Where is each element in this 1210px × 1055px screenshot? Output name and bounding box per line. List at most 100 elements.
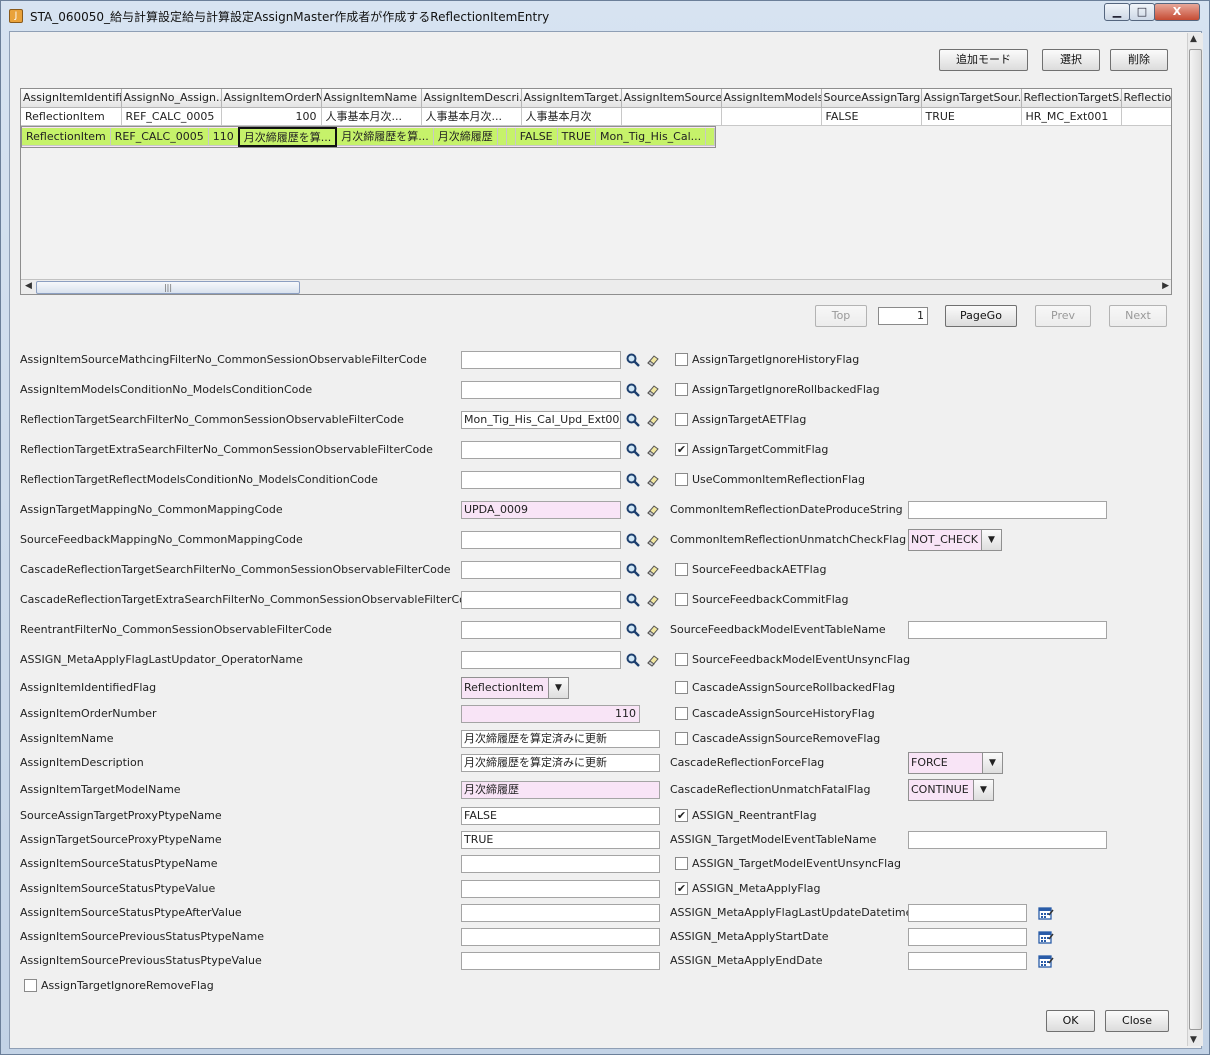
assign-reentrant-flag-checkbox[interactable]: ✔ [675, 809, 688, 822]
eraser-icon[interactable] [646, 593, 660, 607]
eraser-icon[interactable] [646, 473, 660, 487]
assign-item-source-status-ptype-name-input[interactable] [461, 855, 660, 873]
assign-item-models-condition-no-models-condition-code-input[interactable] [461, 381, 621, 399]
assign-target-mapping-no-common-mapping-code-input[interactable]: UPDA_0009 [461, 501, 621, 519]
search-icon[interactable] [626, 563, 640, 577]
scroll-up-icon[interactable]: ▲ [1190, 34, 1197, 44]
column-header[interactable]: AssignTargetSour... [921, 89, 1022, 108]
search-icon[interactable] [626, 413, 640, 427]
search-icon[interactable] [626, 533, 640, 547]
assign-item-source-status-ptype-value-input[interactable] [461, 880, 660, 898]
horizontal-scroll-thumb[interactable]: ||| [36, 281, 300, 294]
search-icon[interactable] [626, 353, 640, 367]
column-header[interactable]: AssignItemIdentifi... [21, 89, 122, 108]
table-cell[interactable]: 月次締履歴を算... [336, 127, 434, 146]
source-feedback-model-event-unsync-flag-checkbox[interactable] [675, 653, 688, 666]
cascade-reflection-target-extra-search-filter-no-common-session-observable-filter-code-input[interactable] [461, 591, 621, 609]
add-mode-button[interactable]: 追加モード [939, 49, 1028, 71]
scroll-down-icon[interactable]: ▼ [1190, 1035, 1197, 1045]
common-item-reflection-unmatch-check-flag-select[interactable]: NOT_CHECK ▼ [908, 529, 1002, 551]
table-cell[interactable]: FALSE [515, 127, 558, 146]
page-number-input[interactable]: 1 [878, 307, 928, 325]
table-cell[interactable]: Mon_Tig_His_Cal... [595, 127, 707, 146]
table-cell[interactable]: 人事基本月次... [421, 107, 522, 126]
table-cell[interactable] [621, 107, 722, 126]
assign-target-model-event-unsync-flag-checkbox[interactable] [675, 857, 688, 870]
table-cell[interactable] [497, 127, 507, 146]
table-cell[interactable]: 月次締履歴を算... [237, 126, 338, 147]
table-cell[interactable]: REF_CALC_0005 [121, 107, 222, 126]
cascade-assign-source-remove-flag-checkbox[interactable] [675, 732, 688, 745]
eraser-icon[interactable] [646, 383, 660, 397]
search-icon[interactable] [626, 653, 640, 667]
chevron-down-icon[interactable]: ▼ [973, 780, 993, 800]
assign-item-source-previous-status-ptype-value-input[interactable] [461, 952, 660, 970]
chevron-down-icon[interactable]: ▼ [982, 753, 1002, 773]
calendar-icon[interactable] [1038, 954, 1054, 968]
assign-target-source-proxy-ptype-name-input[interactable]: TRUE [461, 831, 660, 849]
assign-item-order-number-input[interactable]: 110 [461, 705, 640, 723]
assign-item-source-previous-status-ptype-name-input[interactable] [461, 928, 660, 946]
close-window-button[interactable]: X [1154, 3, 1200, 21]
delete-button[interactable]: 削除 [1110, 49, 1168, 71]
title-bar[interactable]: J STA_060050_給与計算設定給与計算設定AssignMaster作成者… [1, 1, 1209, 31]
eraser-icon[interactable] [646, 503, 660, 517]
column-header[interactable]: AssignItemDescri... [421, 89, 522, 108]
table-cell[interactable]: 人事基本月次 [521, 107, 622, 126]
assign-meta-apply-flag-last-update-datetime-input[interactable] [908, 904, 1027, 922]
assign-meta-apply-flag-last-updator-operator-name-input[interactable] [461, 651, 621, 669]
page-go-button[interactable]: PageGo [945, 305, 1017, 327]
table-cell[interactable]: 110 [208, 127, 240, 146]
column-header[interactable]: AssignNo_Assign... [121, 89, 222, 108]
chevron-down-icon[interactable]: ▼ [548, 678, 568, 698]
assign-item-description-input[interactable]: 月次締履歴を算定済みに更新 [461, 754, 660, 772]
search-icon[interactable] [626, 383, 640, 397]
source-feedback-commit-flag-checkbox[interactable] [675, 593, 688, 606]
table-cell[interactable]: 100 [221, 107, 322, 126]
column-header[interactable]: AssignItemName [321, 89, 422, 108]
column-header[interactable]: ReflectionTargetS... [1021, 89, 1122, 108]
vertical-scrollbar[interactable]: ▲ ▼ [1187, 33, 1203, 1046]
minimize-button[interactable]: ▁ [1104, 3, 1130, 21]
assign-item-source-mathcing-filter-no-common-session-observable-filter-code-input[interactable] [461, 351, 621, 369]
assign-meta-apply-flag-checkbox[interactable]: ✔ [675, 882, 688, 895]
assign-item-target-model-name-input[interactable]: 月次締履歴 [461, 781, 660, 799]
assign-target-ignore-rollbacked-flag-checkbox[interactable] [675, 383, 688, 396]
table-row[interactable]: ReflectionItem REF_CALC_0005 100 人事基本月次... 人… [21, 107, 1171, 126]
source-feedback-mapping-no-common-mapping-code-input[interactable] [461, 531, 621, 549]
common-item-reflection-date-produce-string-input[interactable] [908, 501, 1107, 519]
search-icon[interactable] [626, 593, 640, 607]
assign-target-commit-flag-checkbox[interactable]: ✔ [675, 443, 688, 456]
table-cell[interactable]: TRUE [557, 127, 597, 146]
reentrant-filter-no-common-session-observable-filter-code-input[interactable] [461, 621, 621, 639]
chevron-down-icon[interactable]: ▼ [981, 530, 1001, 550]
source-feedback-aetflag-checkbox[interactable] [675, 563, 688, 576]
source-assign-target-proxy-ptype-name-input[interactable]: FALSE [461, 807, 660, 825]
table-cell[interactable] [1121, 107, 1171, 126]
reflection-item-table[interactable]: AssignItemIdentifi...AssignNo_Assign... A… [20, 88, 1172, 295]
column-header[interactable]: AssignItemModels... [721, 89, 822, 108]
column-header[interactable]: Reflection [1121, 89, 1171, 108]
search-icon[interactable] [626, 503, 640, 517]
ok-button[interactable]: OK [1046, 1010, 1095, 1032]
eraser-icon[interactable] [646, 533, 660, 547]
cascade-reflection-force-flag-select[interactable]: FORCE ▼ [908, 752, 1003, 774]
maximize-button[interactable]: □ [1129, 3, 1155, 21]
column-header[interactable]: AssignItemTarget... [521, 89, 622, 108]
scroll-right-icon[interactable]: ▶ [1162, 281, 1169, 291]
cascade-reflection-unmatch-fatal-flag-select[interactable]: CONTINUE ▼ [908, 779, 994, 801]
top-page-button[interactable]: Top [815, 305, 867, 327]
search-icon[interactable] [626, 473, 640, 487]
cascade-assign-source-history-flag-checkbox[interactable] [675, 707, 688, 720]
cascade-reflection-target-search-filter-no-common-session-observable-filter-code-input[interactable] [461, 561, 621, 579]
eraser-icon[interactable] [646, 443, 660, 457]
assign-meta-apply-end-date-input[interactable] [908, 952, 1027, 970]
eraser-icon[interactable] [646, 563, 660, 577]
next-page-button[interactable]: Next [1109, 305, 1167, 327]
table-cell[interactable]: FALSE [821, 107, 922, 126]
column-header[interactable]: SourceAssignTarg... [821, 89, 922, 108]
assign-item-identified-flag-select[interactable]: ReflectionItem ▼ [461, 677, 569, 699]
reflection-target-extra-search-filter-no-common-session-observable-filter-code-input[interactable] [461, 441, 621, 459]
table-cell[interactable]: 月次締履歴 [433, 127, 498, 146]
table-cell[interactable] [721, 107, 822, 126]
